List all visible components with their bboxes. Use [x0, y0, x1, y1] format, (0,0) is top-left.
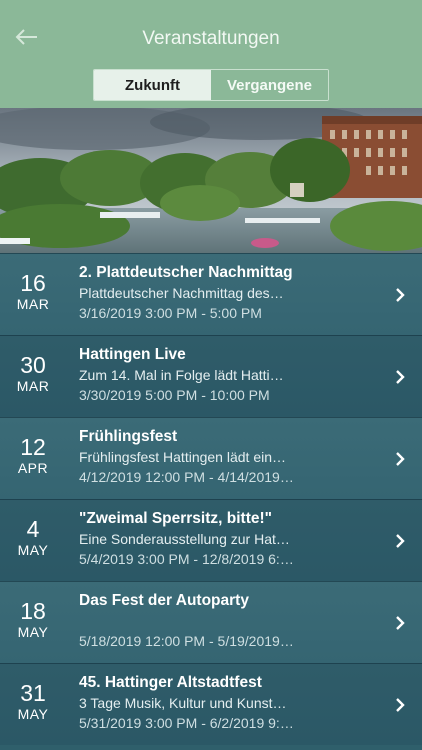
event-description	[79, 612, 369, 630]
event-description: 3 Tage Musik, Kultur und Kunst…	[79, 695, 287, 711]
list-item[interactable]: 4 MAY "Zweimal Sperrsitz, bitte!" Eine S…	[0, 499, 422, 581]
event-time: 5/31/2019 3:00 PM - 6/2/2019 9:…	[79, 715, 294, 731]
event-month: MAY	[17, 624, 49, 640]
event-month: APR	[17, 460, 49, 476]
hero-image	[0, 108, 422, 253]
event-day: 16	[20, 270, 46, 296]
chevron-right-icon	[396, 616, 405, 630]
event-title: 45. Hattinger Altstadtfest	[79, 674, 262, 691]
list-item[interactable]: 18 MAY Das Fest der Autoparty 5/18/2019 …	[0, 581, 422, 663]
event-month: MAR	[16, 296, 50, 312]
event-description: Zum 14. Mal in Folge lädt Hatti…	[79, 367, 284, 383]
event-info: "Zweimal Sperrsitz, bitte!" Eine Sondera…	[79, 509, 369, 568]
event-date: 31 MAY	[0, 664, 66, 746]
event-date: 16 MAR	[0, 254, 66, 336]
chevron-right-icon	[396, 698, 405, 712]
tab-vergangene[interactable]: Vergangene	[211, 70, 328, 100]
event-info: 45. Hattinger Altstadtfest 3 Tage Musik,…	[79, 673, 369, 732]
list-item[interactable]: 31 MAY 45. Hattinger Altstadtfest 3 Tage…	[0, 663, 422, 745]
event-info: Frühlingsfest Frühlingsfest Hattingen lä…	[79, 427, 369, 486]
event-info: Das Fest der Autoparty 5/18/2019 12:00 P…	[79, 591, 369, 650]
chevron-right-icon	[396, 534, 405, 548]
page-title: Veranstaltungen	[142, 28, 280, 49]
event-title: "Zweimal Sperrsitz, bitte!"	[79, 510, 272, 527]
event-date: 12 APR	[0, 418, 66, 500]
event-time: 3/30/2019 5:00 PM - 10:00 PM	[79, 387, 270, 403]
event-date: 30 MAR	[0, 336, 66, 418]
list-item[interactable]: 12 APR Frühlingsfest Frühlingsfest Hatti…	[0, 417, 422, 499]
event-month: MAY	[17, 542, 49, 558]
event-day: 12	[20, 434, 46, 460]
event-info: 2. Plattdeutscher Nachmittag Plattdeutsc…	[79, 263, 369, 322]
event-title: Frühlingsfest	[79, 428, 178, 445]
nav-bar: Veranstaltungen	[0, 0, 422, 62]
event-day: 4	[26, 516, 40, 542]
event-title: Hattingen Live	[79, 346, 186, 363]
event-day: 18	[20, 598, 46, 624]
event-description: Eine Sonderausstellung zur Hat…	[79, 531, 290, 547]
chevron-right-icon	[396, 370, 405, 384]
segmented-control: Zukunft Vergangene	[93, 69, 329, 101]
tab-zukunft[interactable]: Zukunft	[94, 70, 211, 100]
event-day: 31	[20, 680, 46, 706]
chevron-right-icon	[396, 288, 405, 302]
event-description: Plattdeutscher Nachmittag des…	[79, 285, 284, 301]
event-title: 2. Plattdeutscher Nachmittag	[79, 264, 293, 281]
event-list: 16 MAR 2. Plattdeutscher Nachmittag Plat…	[0, 253, 422, 745]
segment-bar: Zukunft Vergangene	[0, 62, 422, 108]
event-month: MAY	[17, 706, 49, 722]
event-info: Hattingen Live Zum 14. Mal in Folge lädt…	[79, 345, 369, 404]
event-time: 4/12/2019 12:00 PM - 4/14/2019…	[79, 469, 294, 485]
event-day: 30	[20, 352, 46, 378]
event-time: 5/18/2019 12:00 PM - 5/19/2019…	[79, 633, 294, 649]
list-item[interactable]: 16 MAR 2. Plattdeutscher Nachmittag Plat…	[0, 253, 422, 335]
event-description: Frühlingsfest Hattingen lädt ein…	[79, 449, 286, 465]
chevron-right-icon	[396, 452, 405, 466]
event-date: 18 MAY	[0, 582, 66, 664]
event-date: 4 MAY	[0, 500, 66, 582]
list-item[interactable]: 30 MAR Hattingen Live Zum 14. Mal in Fol…	[0, 335, 422, 417]
event-time: 3/16/2019 3:00 PM - 5:00 PM	[79, 305, 262, 321]
event-time: 5/4/2019 3:00 PM - 12/8/2019 6:…	[79, 551, 294, 567]
event-month: MAR	[16, 378, 50, 394]
event-title: Das Fest der Autoparty	[79, 592, 249, 609]
